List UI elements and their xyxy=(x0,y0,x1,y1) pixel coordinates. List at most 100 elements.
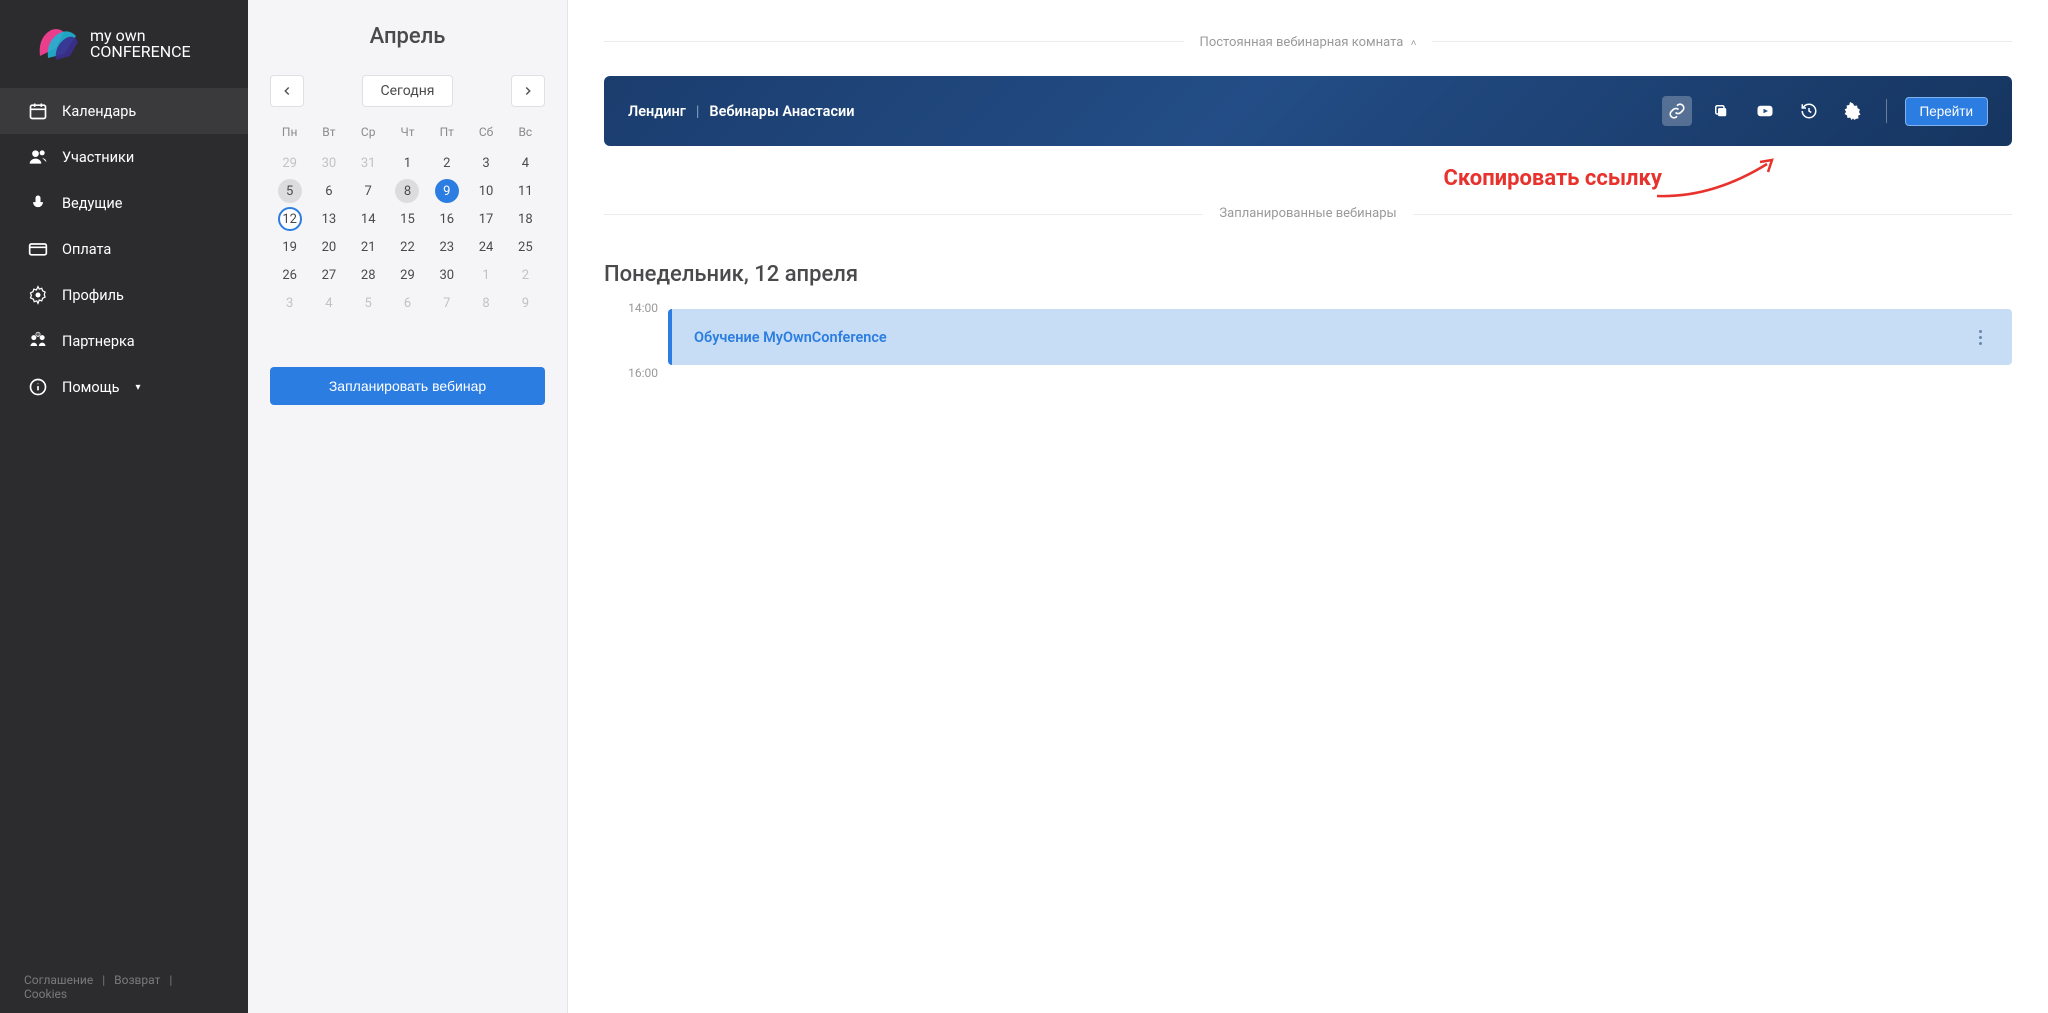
nav: Календарь Участники Ведущие Оплата Профи… xyxy=(0,88,248,961)
calendar-day[interactable]: 29 xyxy=(388,261,427,289)
calendar-prev[interactable] xyxy=(270,75,304,107)
calendar-day[interactable]: 3 xyxy=(466,149,505,177)
affiliate-icon: $ xyxy=(28,331,48,351)
nav-label: Партнерка xyxy=(62,333,135,350)
calendar-day[interactable]: 25 xyxy=(506,233,545,261)
calendar-day[interactable]: 19 xyxy=(270,233,309,261)
logo-icon xyxy=(36,26,80,62)
calendar-grid: ПнВтСрЧтПтСбВс 2930311234567891011121314… xyxy=(270,125,545,317)
svg-text:$: $ xyxy=(37,332,39,337)
calendar-day[interactable]: 8 xyxy=(466,289,505,317)
copy-button[interactable] xyxy=(1706,96,1736,126)
footer-agreement[interactable]: Соглашение xyxy=(24,973,93,987)
sidebar-item-help[interactable]: Помощь ▾ xyxy=(0,364,248,410)
calendar-day[interactable]: 21 xyxy=(349,233,388,261)
nav-label: Календарь xyxy=(62,103,136,120)
copy-link-button[interactable] xyxy=(1662,96,1692,126)
event-menu-button[interactable] xyxy=(1970,327,1990,347)
calendar-day[interactable]: 8 xyxy=(388,177,427,205)
day-title: Понедельник, 12 апреля xyxy=(604,262,2012,287)
sidebar-item-calendar[interactable]: Календарь xyxy=(0,88,248,134)
calendar-day[interactable]: 20 xyxy=(309,233,348,261)
calendar-day[interactable]: 24 xyxy=(466,233,505,261)
calendar-day[interactable]: 26 xyxy=(270,261,309,289)
sidebar-item-payment[interactable]: Оплата xyxy=(0,226,248,272)
calendar-day[interactable]: 3 xyxy=(270,289,309,317)
sidebar-item-presenters[interactable]: Ведущие xyxy=(0,180,248,226)
scheduled-divider: Запланированные вебинары xyxy=(604,214,2012,230)
plan-webinar-button[interactable]: Запланировать вебинар xyxy=(270,367,545,405)
calendar-weekday: Чт xyxy=(388,125,427,149)
calendar-weekday: Пн xyxy=(270,125,309,149)
timeline: 14:00 16:00 Обучение MyOwnConference xyxy=(604,301,2012,431)
calendar-day[interactable]: 6 xyxy=(388,289,427,317)
nav-label: Профиль xyxy=(62,287,124,304)
calendar-day[interactable]: 7 xyxy=(349,177,388,205)
room-card: Лендинг | Вебинары Анастасии xyxy=(604,76,2012,146)
calendar-icon xyxy=(28,101,48,121)
nav-label: Оплата xyxy=(62,241,111,258)
calendar-day[interactable]: 7 xyxy=(427,289,466,317)
room-toggle[interactable]: Постоянная вебинарная комната ˄ xyxy=(604,26,2012,42)
calendar-day[interactable]: 23 xyxy=(427,233,466,261)
go-button[interactable]: Перейти xyxy=(1905,97,1989,126)
calendar-day[interactable]: 10 xyxy=(466,177,505,205)
sidebar: my own CONFERENCE Календарь Участники Ве… xyxy=(0,0,248,1013)
calendar-weekday: Сб xyxy=(466,125,505,149)
card-icon xyxy=(28,239,48,259)
calendar-day[interactable]: 12 xyxy=(270,205,309,233)
gear-icon xyxy=(1844,102,1862,120)
calendar-weekday: Пт xyxy=(427,125,466,149)
chevron-right-icon xyxy=(521,84,535,98)
calendar-day[interactable]: 6 xyxy=(309,177,348,205)
sidebar-item-profile[interactable]: Профиль xyxy=(0,272,248,318)
calendar-day[interactable]: 15 xyxy=(388,205,427,233)
link-icon xyxy=(1668,102,1686,120)
calendar-day[interactable]: 22 xyxy=(388,233,427,261)
calendar-day[interactable]: 9 xyxy=(506,289,545,317)
calendar-day[interactable]: 27 xyxy=(309,261,348,289)
calendar-day[interactable]: 28 xyxy=(349,261,388,289)
settings-button[interactable] xyxy=(1838,96,1868,126)
calendar-day[interactable]: 4 xyxy=(309,289,348,317)
calendar-day[interactable]: 17 xyxy=(466,205,505,233)
calendar-day[interactable]: 2 xyxy=(506,261,545,289)
time-label: 14:00 xyxy=(604,301,658,366)
calendar-day[interactable]: 9 xyxy=(427,177,466,205)
calendar-day[interactable]: 16 xyxy=(427,205,466,233)
landing-link[interactable]: Лендинг xyxy=(628,103,686,120)
sidebar-item-affiliate[interactable]: $ Партнерка xyxy=(0,318,248,364)
event-card[interactable]: Обучение MyOwnConference xyxy=(668,309,2012,365)
footer-cookies[interactable]: Cookies xyxy=(24,987,67,1001)
youtube-button[interactable] xyxy=(1750,96,1780,126)
calendar-day[interactable]: 4 xyxy=(506,149,545,177)
history-icon xyxy=(1800,102,1818,120)
logo: my own CONFERENCE xyxy=(0,0,248,88)
calendar-day[interactable]: 30 xyxy=(309,149,348,177)
calendar-day[interactable]: 13 xyxy=(309,205,348,233)
copy-icon xyxy=(1712,102,1730,120)
sidebar-item-participants[interactable]: Участники xyxy=(0,134,248,180)
calendar-day[interactable]: 30 xyxy=(427,261,466,289)
calendar-day[interactable]: 11 xyxy=(506,177,545,205)
calendar-day[interactable]: 31 xyxy=(349,149,388,177)
calendar-day[interactable]: 18 xyxy=(506,205,545,233)
calendar-day[interactable]: 1 xyxy=(466,261,505,289)
logo-bottom: CONFERENCE xyxy=(90,44,191,60)
calendar-day[interactable]: 5 xyxy=(349,289,388,317)
nav-label: Помощь xyxy=(62,379,120,396)
event-title: Обучение MyOwnConference xyxy=(694,329,887,346)
calendar-today-button[interactable]: Сегодня xyxy=(362,75,454,107)
calendar-day[interactable]: 14 xyxy=(349,205,388,233)
chevron-down-icon: ▾ xyxy=(136,382,141,393)
footer-refund[interactable]: Возврат xyxy=(114,973,160,987)
chevron-left-icon xyxy=(280,84,294,98)
room-name: Вебинары Анастасии xyxy=(709,103,854,120)
history-button[interactable] xyxy=(1794,96,1824,126)
calendar-next[interactable] xyxy=(511,75,545,107)
calendar-day[interactable]: 2 xyxy=(427,149,466,177)
calendar-day[interactable]: 1 xyxy=(388,149,427,177)
calendar-day[interactable]: 29 xyxy=(270,149,309,177)
gear-icon xyxy=(28,285,48,305)
calendar-day[interactable]: 5 xyxy=(270,177,309,205)
